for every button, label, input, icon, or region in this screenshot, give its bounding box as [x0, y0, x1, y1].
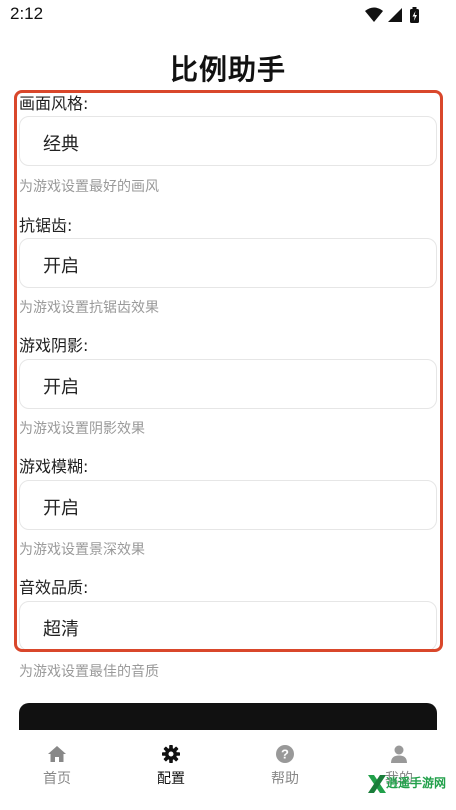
setting-value: 开启	[43, 498, 79, 519]
settings-list[interactable]: 画面风格: 经典 为游戏设置最好的画风 抗锯齿: 开启 为游戏设置抗锯齿效果 游…	[0, 88, 456, 728]
status-icons	[364, 6, 424, 24]
status-time: 2:12	[10, 4, 44, 23]
setting-select-shadows[interactable]: 开启	[19, 359, 437, 409]
page-title: 比例助手	[169, 53, 286, 86]
setting-select-graphics-style[interactable]: 经典	[19, 116, 437, 166]
setting-label-blur: 游戏模糊:	[19, 457, 89, 476]
wifi-icon	[365, 7, 383, 22]
watermark-text: 逍遥手游网	[386, 776, 447, 790]
nav-item-config[interactable]: 配置	[114, 730, 228, 810]
user-icon	[389, 744, 409, 764]
nav-item-help[interactable]: ? 帮助	[228, 730, 342, 810]
nav-label-help: 帮助	[271, 771, 299, 787]
setting-hint: 为游戏设置阴影效果	[19, 421, 145, 437]
setting-hint: 为游戏设置最佳的音质	[19, 664, 159, 680]
watermark-logo: 逍遥手游网	[366, 768, 456, 810]
setting-label-shadows: 游戏阴影:	[19, 336, 89, 355]
nav-item-home[interactable]: 首页	[0, 730, 114, 810]
svg-text:?: ?	[281, 747, 289, 762]
setting-select-audio-quality[interactable]: 超清	[19, 601, 437, 651]
setting-select-blur[interactable]: 开启	[19, 480, 437, 530]
battery-icon	[410, 7, 419, 23]
setting-label-audio-quality: 音效品质:	[19, 578, 89, 597]
setting-value: 经典	[43, 134, 79, 155]
setting-label-anti-aliasing: 抗锯齿:	[19, 216, 73, 235]
setting-hint: 为游戏设置景深效果	[19, 542, 145, 558]
nav-label-config: 配置	[157, 771, 185, 787]
setting-value: 超清	[43, 619, 79, 640]
setting-label-graphics-style: 画面风格:	[19, 94, 89, 113]
watermark-x-icon	[368, 775, 386, 793]
home-icon	[47, 744, 67, 764]
cellular-signal-icon	[388, 8, 402, 22]
setting-value: 开启	[43, 377, 79, 398]
setting-hint: 为游戏设置最好的画风	[19, 179, 159, 195]
setting-hint: 为游戏设置抗锯齿效果	[19, 300, 159, 316]
status-bar: 2:12	[0, 0, 456, 30]
help-icon: ?	[275, 744, 295, 764]
setting-select-anti-aliasing[interactable]: 开启	[19, 238, 437, 288]
nav-label-home: 首页	[43, 771, 71, 787]
gear-icon	[161, 744, 181, 764]
setting-value: 开启	[43, 256, 79, 277]
